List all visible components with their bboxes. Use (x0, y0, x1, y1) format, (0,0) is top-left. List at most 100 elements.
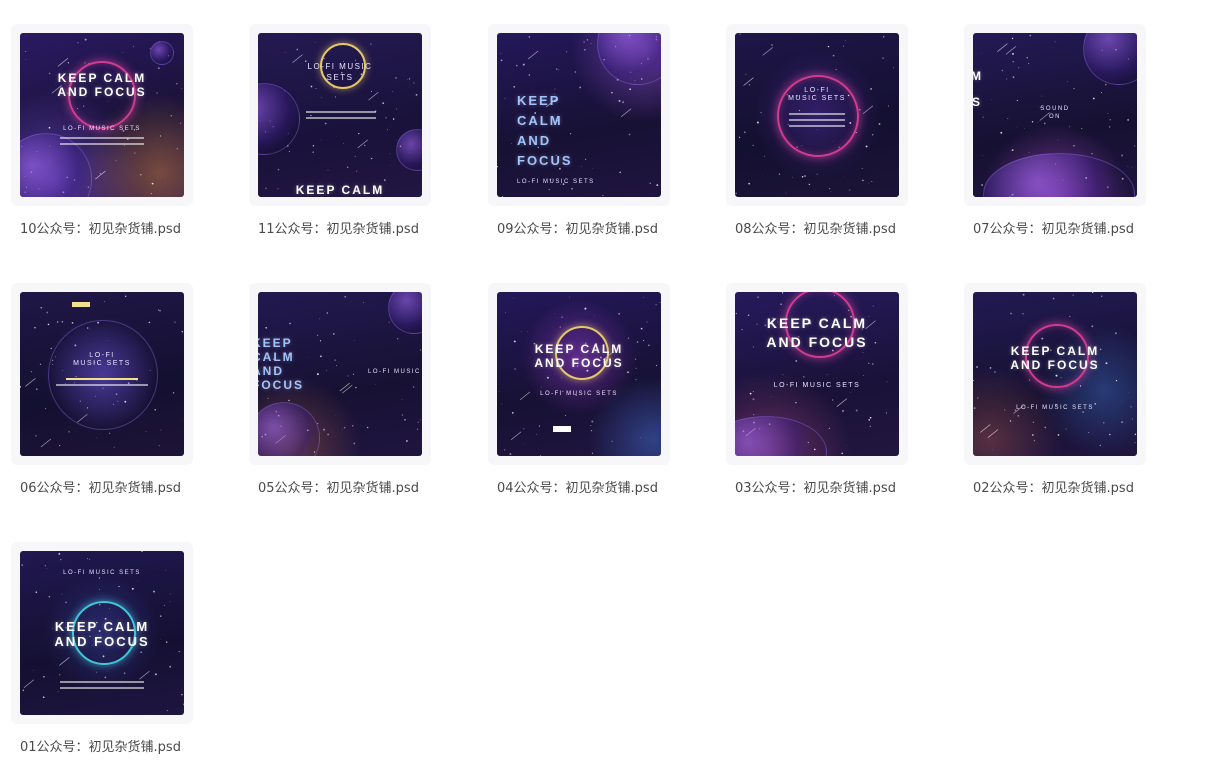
star (26, 59, 27, 60)
star (845, 40, 846, 41)
file-name[interactable]: 03公众号：初见杂货铺.psd (735, 477, 925, 496)
star (99, 577, 100, 578)
star (841, 453, 843, 455)
file-tile[interactable]: KEEP CALM AND FOCUS LO-FI MUSIC SETS 10公… (11, 24, 193, 259)
file-thumbnail[interactable]: LO-FI MUSIC SETS KEEP CALM (258, 33, 422, 197)
star (782, 374, 783, 375)
star (628, 337, 629, 338)
shooting-star (763, 47, 773, 55)
shooting-star (59, 657, 69, 665)
file-name[interactable]: 02公众号：初见杂货铺.psd (973, 477, 1163, 496)
star (753, 391, 754, 392)
file-thumbnail[interactable]: KEEP CALM AND FOCUS LO-FI MUSIC SETS (735, 292, 899, 456)
file-tile[interactable]: LO-FI MUSIC SETS KEEP CALM AND FOCUS 01公… (11, 542, 193, 777)
file-thumbnail[interactable]: KEEP CALM AND FOCUS LO-FI MUSIC SETS (497, 292, 661, 456)
star (326, 370, 327, 371)
star (869, 183, 870, 184)
star (512, 412, 514, 414)
star (879, 123, 881, 125)
star (344, 296, 346, 298)
file-name[interactable]: 01公众号：初见杂货铺.psd (20, 736, 210, 755)
star (327, 312, 329, 314)
file-name[interactable]: 04公众号：初见杂货铺.psd (497, 477, 687, 496)
file-thumbnail[interactable]: M S SOUND ON (973, 33, 1137, 197)
file-tile[interactable]: KEEP CALM AND FOCUS LO-FI MUSIC SETS 04公… (488, 283, 670, 518)
star (1116, 380, 1117, 381)
star (104, 676, 106, 678)
star (45, 565, 46, 566)
star (402, 399, 403, 400)
star (355, 387, 356, 388)
star (627, 371, 629, 373)
file-tile[interactable]: KEEP CALM AND FOCUS LO-FI MUSIC SETS 03公… (726, 283, 908, 518)
file-name[interactable]: 08公众号：初见杂货铺.psd (735, 218, 925, 237)
file-tile[interactable]: KEEP CALM AND FOCUS LO-FI MUSIC SETS 09公… (488, 24, 670, 259)
file-tile[interactable]: KEEP CALM AND FOCUS LO-FI MUSIC SETS 02公… (964, 283, 1146, 518)
star (870, 417, 872, 419)
star (325, 123, 327, 125)
star (641, 328, 643, 330)
file-thumbnail[interactable]: LO-FI MUSIC SETS (735, 33, 899, 197)
file-tile[interactable]: KEEP CALM AND FOCUS LO-FI MUSIC 05公众号：初见… (249, 283, 431, 518)
star (333, 333, 335, 335)
star (393, 118, 395, 120)
shooting-star (528, 51, 538, 59)
star (569, 297, 570, 298)
star (1101, 92, 1102, 93)
file-tile[interactable]: LO-FI MUSIC SETS KEEP CALM 11公众号：初见杂货铺.p… (249, 24, 431, 259)
shooting-star (988, 430, 998, 438)
star (795, 360, 796, 361)
star (23, 689, 25, 691)
file-name[interactable]: 09公众号：初见杂货铺.psd (497, 218, 687, 237)
file-name[interactable]: 10公众号：初见杂货铺.psd (20, 218, 210, 237)
file-thumbnail[interactable]: LO-FI MUSIC SETS KEEP CALM AND FOCUS (20, 551, 184, 715)
star (20, 386, 21, 387)
star (792, 177, 793, 178)
star (539, 426, 540, 427)
star (58, 553, 60, 555)
star (843, 46, 844, 47)
star (871, 181, 872, 182)
file-tile[interactable]: LO-FI MUSIC SETS 08公众号：初见杂货铺.psd (726, 24, 908, 259)
star (418, 422, 419, 423)
star (85, 39, 87, 41)
star (51, 348, 52, 349)
shooting-star (342, 385, 352, 393)
file-thumbnail[interactable]: KEEP CALM AND FOCUS LO-FI MUSIC SETS (20, 33, 184, 197)
star (622, 101, 624, 103)
file-thumbnail[interactable]: KEEP CALM AND FOCUS LO-FI MUSIC SETS (497, 33, 661, 197)
star (1074, 88, 1075, 89)
star (883, 36, 884, 37)
star (170, 601, 171, 602)
star (529, 74, 530, 75)
star (786, 193, 787, 194)
star (141, 551, 143, 552)
file-thumbnail[interactable]: KEEP CALM AND FOCUS LO-FI MUSIC (258, 292, 422, 456)
star (420, 349, 421, 350)
star (1128, 166, 1129, 167)
star (565, 415, 566, 416)
file-tile[interactable]: M S SOUND ON 07公众号：初见杂货铺.psd (964, 24, 1146, 259)
star (1121, 155, 1123, 157)
star (159, 445, 160, 446)
star (21, 564, 23, 566)
file-name[interactable]: 06公众号：初见杂货铺.psd (20, 477, 210, 496)
file-name[interactable]: 11公众号：初见杂货铺.psd (258, 218, 448, 237)
star (146, 431, 147, 432)
star (134, 153, 135, 154)
star (1088, 432, 1089, 433)
file-name[interactable]: 07公众号：初见杂货铺.psd (973, 218, 1163, 237)
star (1032, 121, 1033, 122)
star (509, 453, 511, 455)
file-thumbnail[interactable]: KEEP CALM AND FOCUS LO-FI MUSIC SETS (973, 292, 1137, 456)
star (390, 154, 391, 155)
file-tile[interactable]: LO-FI MUSIC SETS 06公众号：初见杂货铺.psd (11, 283, 193, 518)
star (591, 421, 593, 423)
star (1109, 434, 1111, 436)
star (846, 445, 847, 446)
poster-headline: KEEP CALM AND FOCUS (258, 336, 322, 392)
star (629, 88, 631, 90)
star (348, 375, 349, 376)
file-name[interactable]: 05公众号：初见杂货铺.psd (258, 477, 448, 496)
file-thumbnail[interactable]: LO-FI MUSIC SETS (20, 292, 184, 456)
